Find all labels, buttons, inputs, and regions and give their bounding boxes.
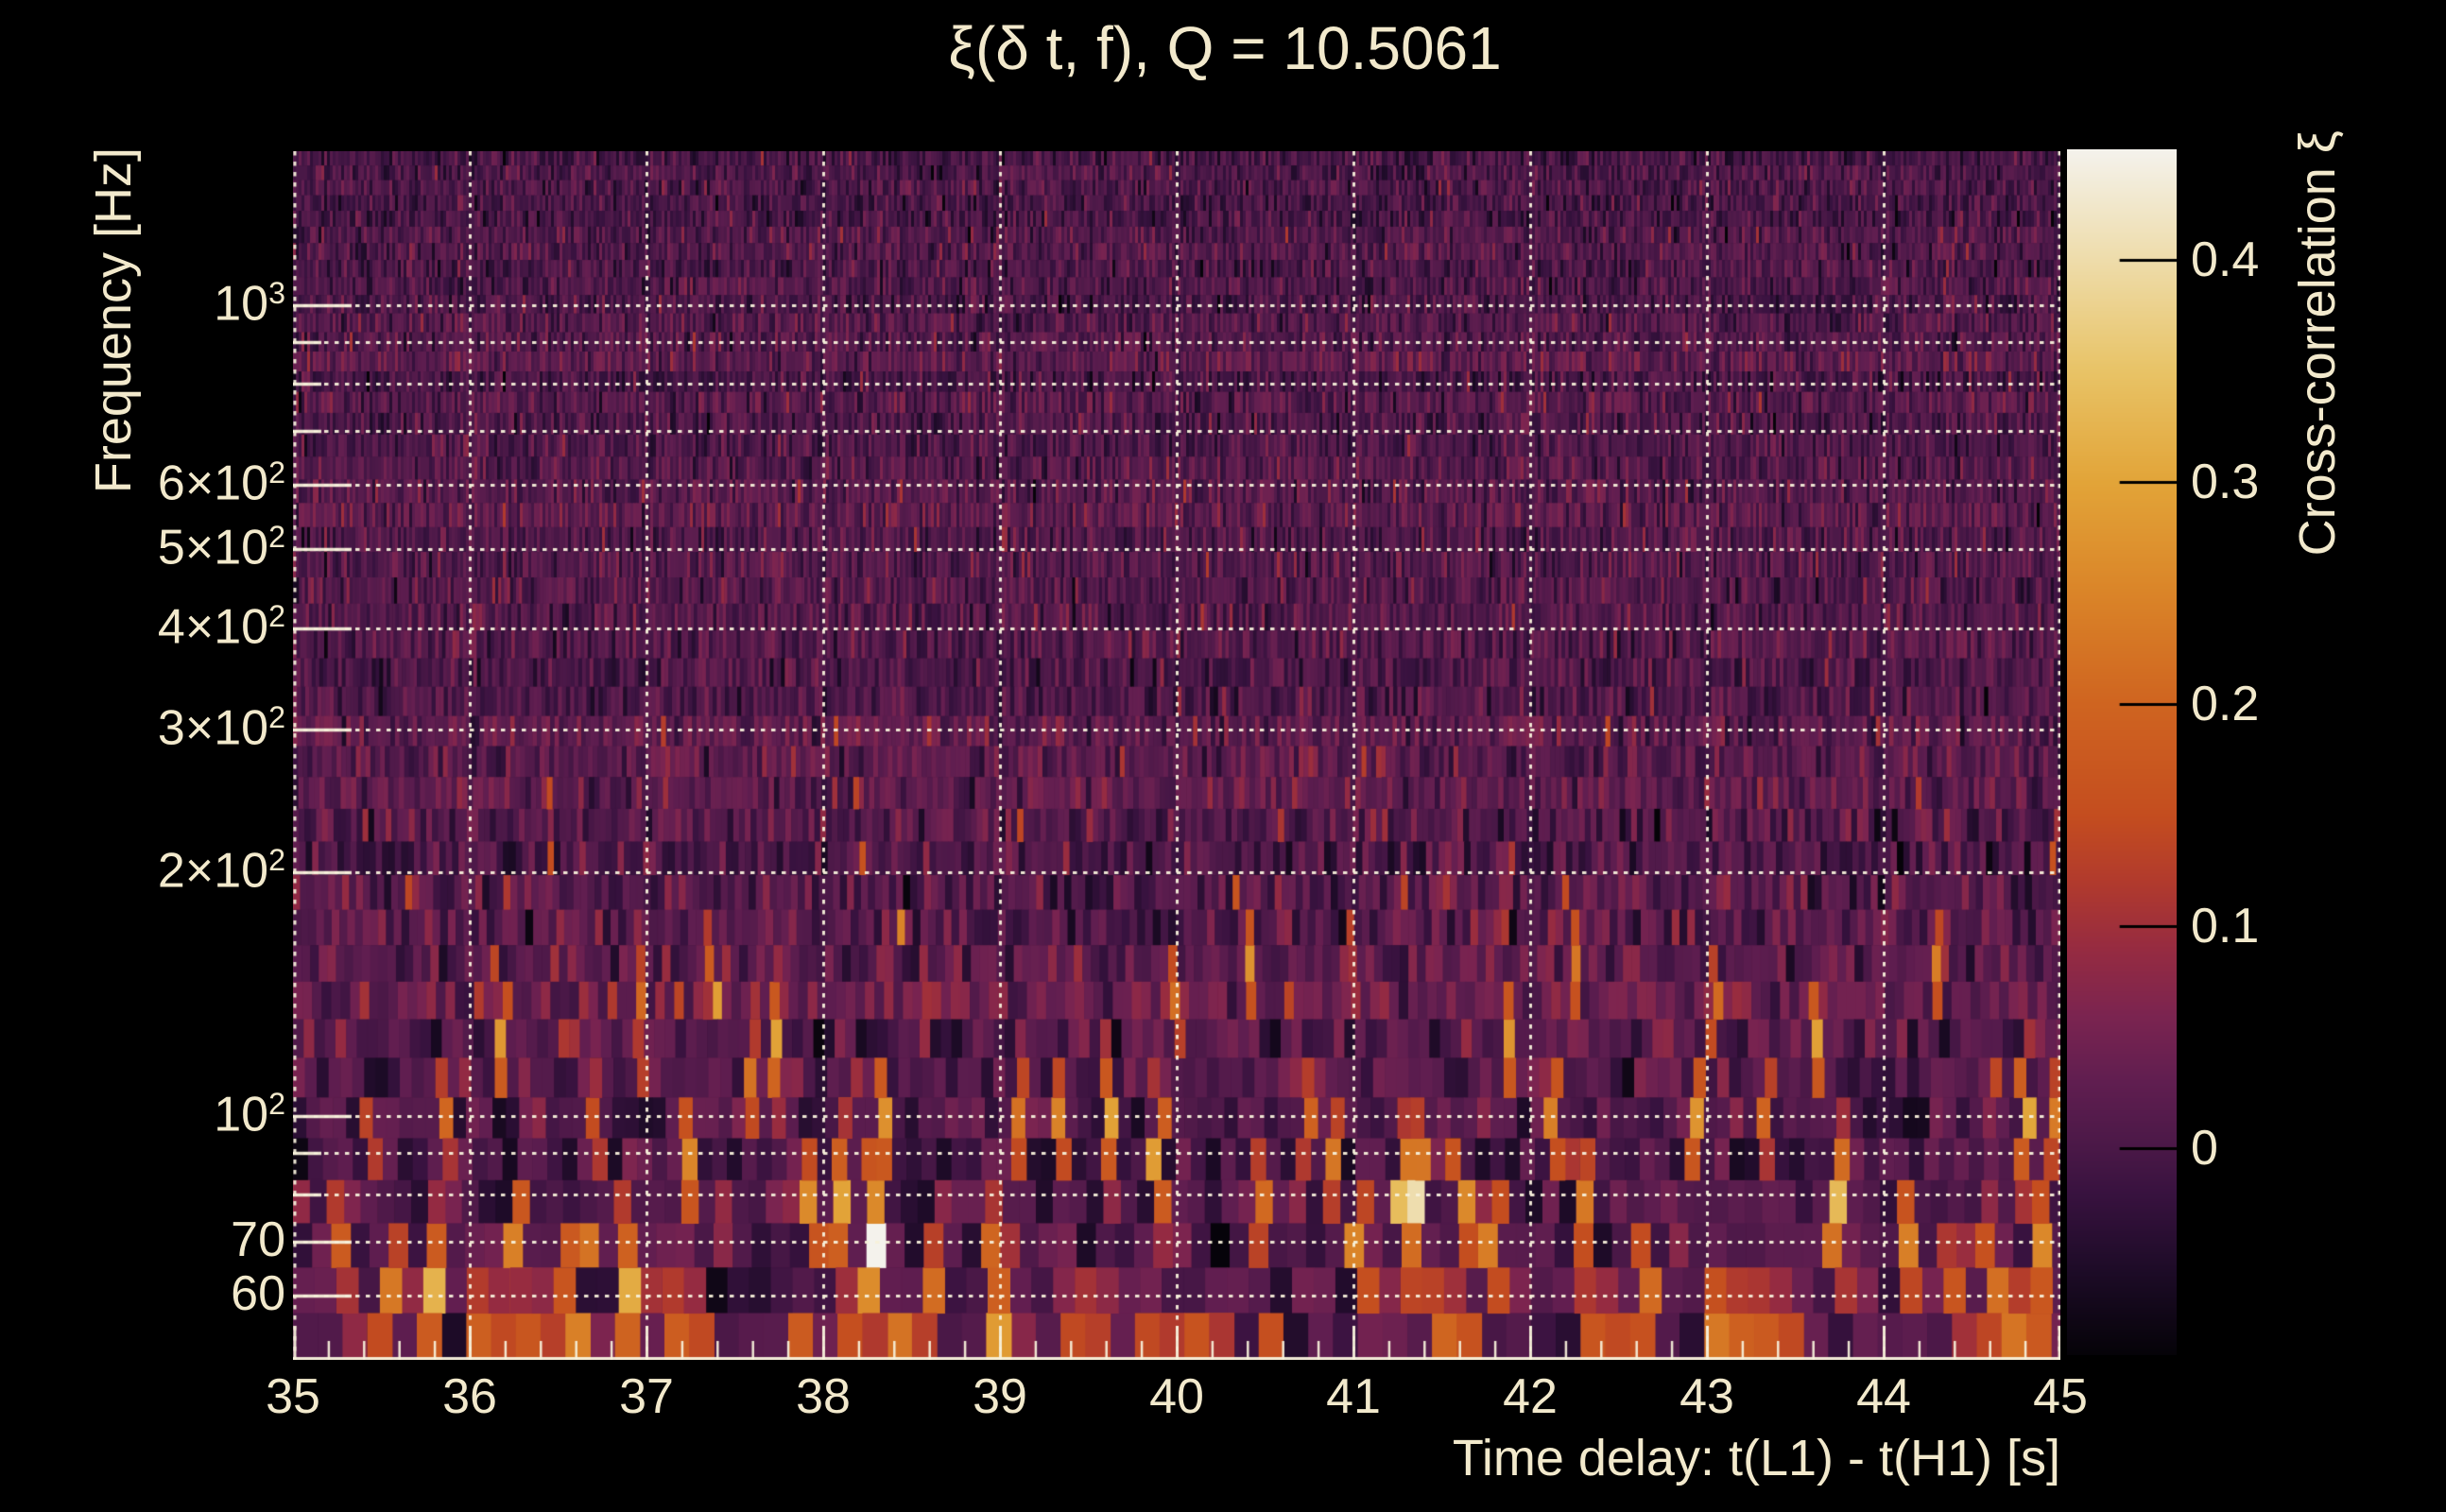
y-tick-label-1000: 103 bbox=[214, 276, 285, 332]
y-tick-label-200: 2×102 bbox=[157, 842, 285, 899]
figure: ξ(δ t, f), Q = 10.5061 Frequency [Hz] 10… bbox=[0, 0, 2446, 1512]
colorbar-gradient bbox=[2067, 149, 2177, 1355]
y-tick-label-500: 5×102 bbox=[157, 520, 285, 576]
x-tick-label-35: 35 bbox=[266, 1369, 320, 1424]
x-tick-label-39: 39 bbox=[973, 1369, 1027, 1424]
y-tick-label-100: 102 bbox=[214, 1086, 285, 1143]
y-tick-label-60: 60 bbox=[231, 1266, 285, 1322]
x-tick-label-44: 44 bbox=[1856, 1369, 1911, 1424]
y-tick-label-70: 70 bbox=[231, 1211, 285, 1267]
x-tick-label-38: 38 bbox=[796, 1369, 851, 1424]
colorbar-tick-label-0.4: 0.4 bbox=[2191, 232, 2260, 288]
colorbar-tick-label-0.1: 0.1 bbox=[2191, 899, 2260, 954]
x-tick-label-37: 37 bbox=[619, 1369, 674, 1424]
colorbar-tick-label-0: 0 bbox=[2191, 1121, 2218, 1177]
x-tick-label-40: 40 bbox=[1149, 1369, 1204, 1424]
y-tick-label-300: 3×102 bbox=[157, 699, 285, 756]
x-tick-label-42: 42 bbox=[1503, 1369, 1558, 1424]
x-tick-label-43: 43 bbox=[1679, 1369, 1734, 1424]
heatmap-canvas bbox=[293, 151, 2060, 1360]
colorbar-tick-label-0.2: 0.2 bbox=[2191, 677, 2260, 732]
colorbar-tick-label-0.3: 0.3 bbox=[2191, 455, 2260, 510]
y-tick-label-400: 4×102 bbox=[157, 598, 285, 655]
x-axis-title: Time delay: t(L1) - t(H1) [s] bbox=[1452, 1430, 2060, 1486]
y-tick-label-600: 6×102 bbox=[157, 455, 285, 512]
y-axis-title: Frequency [Hz] bbox=[85, 147, 142, 494]
x-tick-label-41: 41 bbox=[1326, 1369, 1381, 1424]
x-tick-label-36: 36 bbox=[442, 1369, 497, 1424]
chart-title: ξ(δ t, f), Q = 10.5061 bbox=[948, 14, 1502, 82]
x-tick-label-45: 45 bbox=[2033, 1369, 2088, 1424]
colorbar-title: Cross-correlation ξ bbox=[2289, 130, 2346, 557]
